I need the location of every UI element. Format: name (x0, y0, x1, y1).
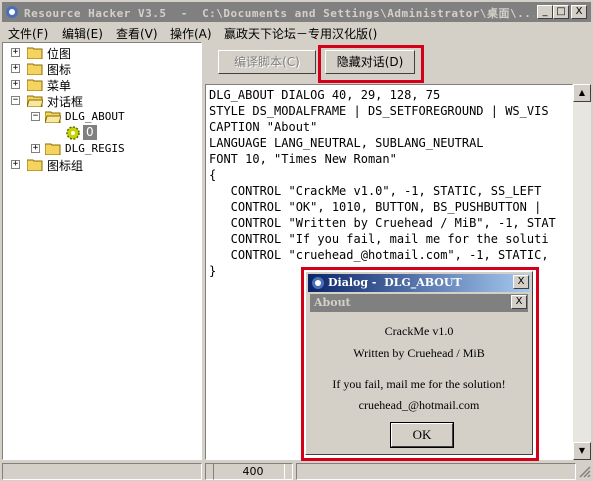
folder-icon (27, 79, 43, 91)
status-bar: 400 (0, 461, 593, 481)
collapse-icon[interactable]: − (11, 96, 20, 105)
expand-icon[interactable]: + (11, 48, 20, 57)
menu-action[interactable]: 操作(A) (170, 25, 212, 42)
code-line: CONTROL "If you fail, mail me for the so… (209, 232, 549, 246)
about-title: About (314, 296, 351, 309)
dialog-preview[interactable]: Dialog - DLG_ABOUT X About X CrackMe v1.… (305, 271, 533, 455)
code-line: FONT 10, "Times New Roman" (209, 152, 397, 166)
menu-bar: 文件(F) 编辑(E) 查看(V) 操作(A) 赢政天下论坛－专用汉化版() (2, 23, 591, 41)
about-line-3: If you fail, mail me for the solution! (332, 377, 506, 391)
open-folder-icon (45, 111, 61, 123)
tree-item-language-0[interactable]: 0 (3, 125, 199, 141)
tree-item-bitmap[interactable]: + 位图 (3, 45, 199, 61)
menu-view[interactable]: 查看(V) (116, 25, 158, 42)
dialog-app-icon (312, 277, 324, 289)
resource-hacker-icon (6, 6, 18, 18)
compile-script-button[interactable]: 编译脚本(C) (218, 50, 316, 74)
dialog-title-bar[interactable]: Dialog - DLG_ABOUT X (308, 274, 530, 292)
code-line: CONTROL "CrackMe v1.0", -1, STATIC, SS_L… (209, 184, 542, 198)
ok-button[interactable]: OK (390, 422, 454, 448)
tree-label: DLG_ABOUT (65, 110, 125, 123)
menu-forum[interactable]: 赢政天下论坛－专用汉化版() (224, 25, 377, 42)
hide-dialog-button[interactable]: 隐藏对话(D) (325, 50, 415, 74)
tree-label: 菜单 (47, 79, 72, 93)
code-line: DLG_ABOUT DIALOG 40, 29, 128, 75 (209, 88, 441, 102)
expand-icon[interactable]: + (11, 64, 20, 73)
tree-item-dlg-regis[interactable]: + DLG_REGIS (3, 141, 199, 157)
folder-icon (27, 159, 43, 171)
title-bar[interactable]: Resource Hacker V3.5 - C:\Documents and … (2, 2, 591, 22)
about-line-1: CrackMe v1.0 (384, 324, 454, 338)
gear-icon (66, 126, 80, 140)
about-close-button[interactable]: X (511, 295, 527, 309)
code-line: CONTROL "cruehead_@hotmail.com", -1, STA… (209, 248, 549, 262)
open-folder-icon (27, 95, 43, 107)
tree-label: DLG_REGIS (65, 142, 125, 155)
code-line: CONTROL "OK", 1010, BUTTON, BS_PUSHBUTTO… (209, 200, 549, 214)
tree-label: 图标组 (47, 159, 84, 173)
minimize-button[interactable]: _ (537, 5, 553, 19)
collapse-icon[interactable]: − (31, 112, 40, 121)
about-title-bar: About X (310, 294, 528, 312)
menu-file[interactable]: 文件(F) (8, 25, 48, 42)
dialog-title: Dialog - DLG_ABOUT (328, 276, 462, 289)
vertical-scrollbar[interactable]: ▲ ▼ (573, 84, 591, 460)
close-button[interactable]: X (571, 5, 587, 19)
scroll-up-arrow-icon[interactable]: ▲ (573, 84, 591, 102)
code-line: CAPTION "About" (209, 120, 318, 134)
code-line: LANGUAGE LANG_NEUTRAL, SUBLANG_NEUTRAL (209, 136, 484, 150)
tree-item-menu[interactable]: + 菜单 (3, 77, 199, 93)
tree-label: 图标 (47, 63, 72, 77)
tree-label-selected: 0 (83, 125, 97, 140)
expand-icon[interactable]: + (31, 144, 40, 153)
tree-item-icon-group[interactable]: + 图标组 (3, 157, 199, 173)
tree-label: 对话框 (47, 95, 84, 109)
menu-edit[interactable]: 编辑(E) (62, 25, 103, 42)
folder-icon (27, 47, 43, 59)
tree-item-icon[interactable]: + 图标 (3, 61, 199, 77)
folder-icon (45, 143, 61, 155)
code-line: CONTROL "Written by Cruehead / MiB", -1,… (209, 216, 556, 230)
expand-icon[interactable]: + (11, 80, 20, 89)
maximize-button[interactable]: □ (553, 5, 569, 19)
status-cell-3 (296, 463, 576, 480)
window-title: Resource Hacker V3.5 - C:\Documents and … (24, 7, 534, 20)
expand-icon[interactable]: + (11, 160, 20, 169)
tree-item-dlg-about[interactable]: − DLG_ABOUT (3, 109, 199, 125)
status-cell-1 (2, 463, 202, 480)
about-line-2: Written by Cruehead / MiB (353, 346, 485, 360)
tree-item-dialog[interactable]: − 对话框 (3, 93, 199, 109)
resize-grip-icon[interactable] (578, 465, 591, 478)
code-line: } (209, 264, 217, 278)
code-line: { (209, 168, 217, 182)
dialog-close-button[interactable]: X (513, 275, 529, 289)
folder-icon (27, 63, 43, 75)
resource-tree[interactable]: + 位图 + 图标 + 菜单 − 对话框 − DLG_ABOUT 0 + DLG… (2, 42, 202, 460)
main-window: Resource Hacker V3.5 - C:\Documents and … (0, 0, 593, 481)
about-line-4: cruehead_@hotmail.com (358, 398, 480, 412)
status-cell-value: 400 (213, 463, 293, 480)
code-line: STYLE DS_MODALFRAME | DS_SETFOREGROUND |… (209, 104, 549, 118)
scroll-down-arrow-icon[interactable]: ▼ (573, 442, 591, 460)
tree-label: 位图 (47, 47, 72, 61)
